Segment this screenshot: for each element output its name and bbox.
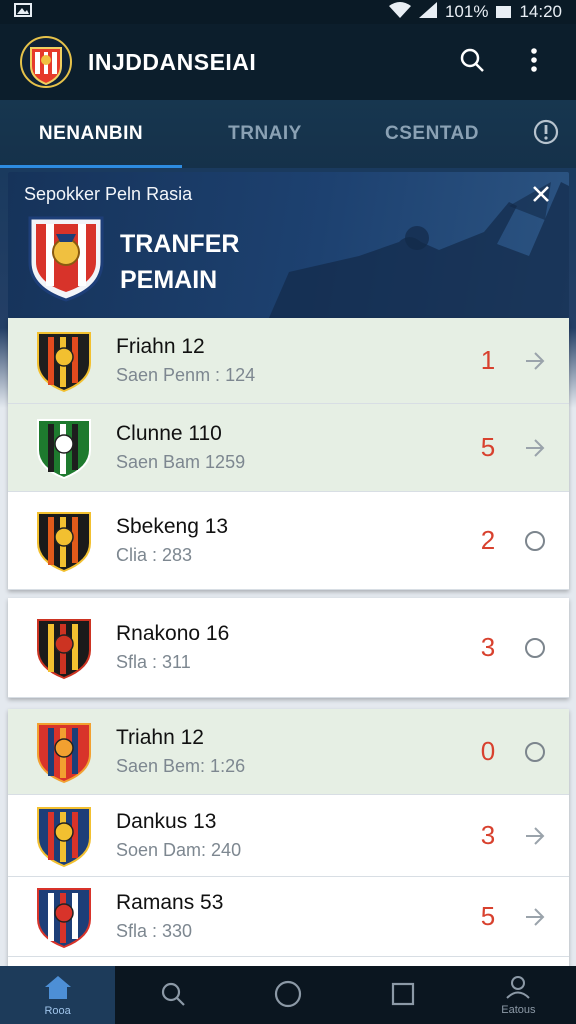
- tab-label: NENANBIN: [38, 123, 144, 144]
- header-subtitle: Sepokker Peln Rasia: [24, 184, 193, 204]
- gallery-icon: [14, 2, 32, 22]
- bottom-nav: Rooa Eatous: [0, 966, 576, 1024]
- tab-label: CSENTAD: [385, 123, 479, 144]
- close-button[interactable]: [527, 182, 555, 210]
- nav-profile[interactable]: Eatous: [461, 966, 576, 1024]
- list-item[interactable]: Triahn 12 Saen Bem: 1:26 0: [8, 709, 569, 795]
- battery-icon: [496, 6, 512, 18]
- list-item-text: Dankus 13 Soen Dam: 240: [116, 810, 473, 861]
- nav-label-profile: Eatous: [501, 1003, 536, 1016]
- header-title: TRANFER PEMAIN: [120, 230, 240, 294]
- list-item-text: Rnakono 16 Sfla : 311: [116, 622, 473, 673]
- list-item-subtitle: Saen Bem: 1:26: [116, 756, 246, 776]
- list-item-count: 5: [480, 901, 496, 931]
- app-bar: INJDDANSEIAI: [0, 24, 576, 100]
- nav-recents[interactable]: [346, 966, 461, 1024]
- nav-home[interactable]: Rooa: [0, 966, 116, 1024]
- info-button[interactable]: [516, 100, 576, 168]
- tab-csentad[interactable]: CSENTAD: [348, 100, 516, 168]
- info-icon: [533, 119, 559, 150]
- list-item-count: 3: [480, 632, 496, 662]
- club-crest-icon: [34, 329, 94, 393]
- list-item[interactable]: Clunne 110 Saen Bam 1259 5: [8, 404, 569, 492]
- list-item-count: 3: [480, 820, 496, 850]
- radio-icon[interactable]: [515, 732, 555, 772]
- list-item-name: Ramans 53: [116, 891, 224, 914]
- battery-text: 101%: [444, 2, 489, 21]
- tab-nenanbin[interactable]: NENANBIN: [0, 100, 182, 168]
- club-crest-icon: [34, 416, 94, 480]
- circle-icon: [274, 980, 302, 1011]
- club-crest-icon: [34, 885, 94, 949]
- tab-bar: NENANBIN TRNAIY CSENTAD: [0, 100, 576, 168]
- list-item[interactable]: Sbekeng 13 Clia : 283 2: [8, 492, 569, 590]
- tab-label: TRNAIY: [228, 123, 302, 144]
- signal-icon: [418, 1, 437, 23]
- home-icon: [43, 974, 73, 1003]
- search-icon: [160, 981, 186, 1010]
- list-item-count: 5: [480, 432, 496, 462]
- radio-icon[interactable]: [515, 521, 555, 561]
- list-item[interactable]: Friahn 12 Saen Penm : 124 1: [8, 318, 569, 404]
- club-crest-icon: [34, 804, 94, 868]
- list-item-text: Sbekeng 13 Clia : 283: [116, 515, 473, 566]
- list-item-name: Friahn 12: [116, 335, 205, 358]
- arrow-right-icon[interactable]: [515, 816, 555, 856]
- list-item-name: Rnakono 16: [116, 622, 230, 645]
- close-icon: [532, 185, 550, 208]
- list-item-subtitle: Sfla : 330: [116, 921, 193, 941]
- nav-home-circle[interactable]: [230, 966, 345, 1024]
- list-item-text: Clunne 110 Saen Bam 1259: [116, 422, 473, 473]
- list-item-name: Triahn 12: [116, 726, 204, 749]
- club-crest-icon[interactable]: [20, 36, 72, 88]
- list-item-count: 0: [480, 736, 496, 766]
- profile-icon: [505, 975, 531, 1002]
- nav-label-home: Rooa: [44, 1004, 71, 1017]
- club-crest-icon: [34, 616, 94, 680]
- more-options-button[interactable]: [512, 40, 556, 84]
- clock-text: 14:20: [519, 2, 562, 21]
- wifi-icon: [388, 1, 411, 23]
- club-badge-icon: [26, 212, 106, 302]
- search-icon: [459, 47, 485, 78]
- radio-icon[interactable]: [515, 628, 555, 668]
- list-item-text: Friahn 12 Saen Penm : 124: [116, 335, 473, 386]
- nav-search[interactable]: [115, 966, 230, 1024]
- list-item[interactable]: Ramans 53 Sfla : 330 5: [8, 877, 569, 957]
- list-item[interactable]: Dankus 13 Soen Dam: 240 3: [8, 795, 569, 877]
- arrow-right-icon[interactable]: [515, 341, 555, 381]
- more-vert-icon: [530, 47, 538, 78]
- list-item-name: Sbekeng 13: [116, 515, 229, 538]
- list-item[interactable]: Rnakono 16 Sfla : 311 3: [8, 598, 569, 698]
- arrow-right-icon[interactable]: [515, 897, 555, 937]
- list-item-count: 1: [480, 345, 496, 375]
- list-item-name: Dankus 13: [116, 810, 217, 833]
- arrow-right-icon[interactable]: [515, 428, 555, 468]
- tab-trnaiy[interactable]: TRNAIY: [182, 100, 348, 168]
- club-crest-icon: [34, 509, 94, 573]
- club-crest-icon: [34, 720, 94, 784]
- transfer-header-card: Sepokker Peln Rasia TRANFER PEMAIN: [8, 172, 569, 318]
- list-item-subtitle: Sfla : 311: [116, 652, 191, 672]
- square-icon: [391, 982, 415, 1009]
- search-button[interactable]: [450, 40, 494, 84]
- list-item-count: 2: [480, 525, 496, 555]
- list-item-subtitle: Clia : 283: [116, 545, 193, 565]
- app-title: INJDDANSEIAI: [88, 48, 257, 75]
- list-item-subtitle: Saen Penm : 124: [116, 365, 256, 385]
- list-item-text: Triahn 12 Saen Bem: 1:26: [116, 726, 473, 777]
- status-bar: 101% 14:20: [0, 0, 576, 24]
- list-item-subtitle: Soen Dam: 240: [116, 840, 242, 860]
- list-item-text: Ramans 53 Sfla : 330: [116, 891, 473, 942]
- list-item-name: Clunne 110: [116, 422, 222, 445]
- list-item-subtitle: Saen Bam 1259: [116, 452, 246, 472]
